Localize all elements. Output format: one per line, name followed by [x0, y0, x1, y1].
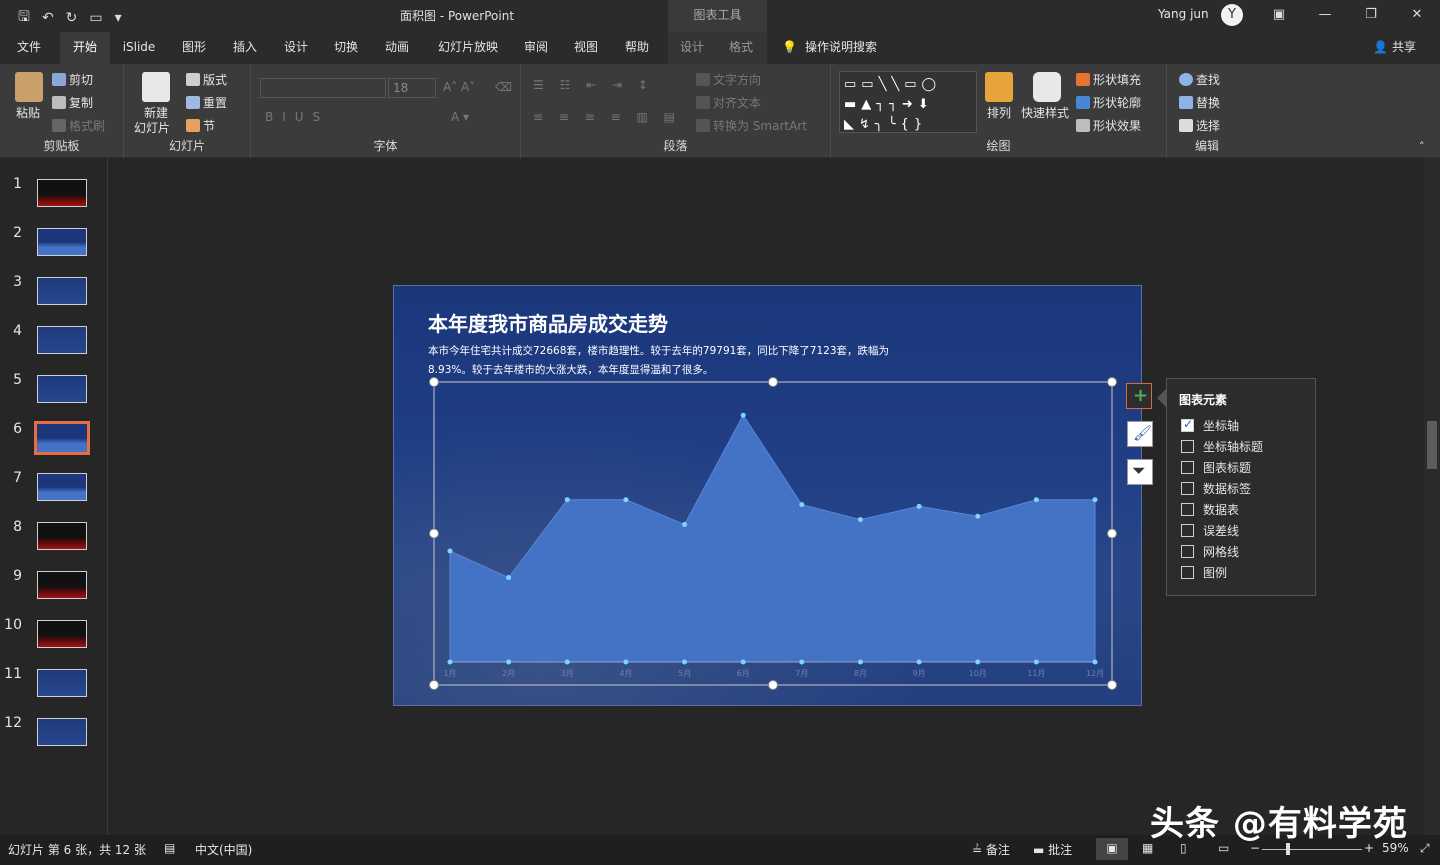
- base-point[interactable]: [916, 659, 922, 665]
- chart-filters-button[interactable]: ⏷: [1127, 459, 1153, 485]
- checkbox[interactable]: [1181, 545, 1194, 558]
- data-point[interactable]: [506, 575, 512, 581]
- base-point[interactable]: [682, 659, 688, 665]
- base-point[interactable]: [799, 659, 805, 665]
- x-tick-label: 8月: [854, 669, 867, 678]
- slide-counter: 幻灯片 第 6 张，共 12 张: [8, 843, 146, 857]
- resize-handle[interactable]: [1107, 680, 1117, 690]
- data-point[interactable]: [1033, 497, 1039, 503]
- x-tick-label: 11月: [1027, 669, 1045, 678]
- language-indicator[interactable]: 中文(中国): [195, 841, 252, 858]
- base-point[interactable]: [447, 659, 453, 665]
- data-point[interactable]: [857, 517, 863, 523]
- x-tick-label: 7月: [795, 669, 808, 678]
- chart-element-option[interactable]: 图表标题: [1181, 459, 1251, 476]
- spellcheck-icon[interactable]: ▤: [164, 841, 175, 855]
- option-label: 网格线: [1203, 545, 1240, 559]
- x-tick-label: 6月: [737, 669, 750, 678]
- notes-button[interactable]: ≟ 备注: [972, 841, 1010, 858]
- data-point[interactable]: [916, 503, 922, 509]
- base-point[interactable]: [506, 659, 512, 665]
- base-point[interactable]: [1033, 659, 1039, 665]
- resize-handle[interactable]: [768, 377, 778, 387]
- option-label: 坐标轴标题: [1203, 440, 1264, 454]
- base-point[interactable]: [857, 659, 863, 665]
- panel-pointer: [1157, 389, 1166, 407]
- checkbox[interactable]: [1181, 440, 1194, 453]
- data-point[interactable]: [623, 497, 629, 503]
- option-label: 图例: [1203, 566, 1228, 580]
- base-point[interactable]: [564, 659, 570, 665]
- comments-button[interactable]: ▬ 批注: [1033, 841, 1072, 858]
- data-point[interactable]: [975, 513, 981, 519]
- checkbox[interactable]: [1181, 566, 1194, 579]
- base-point[interactable]: [623, 659, 629, 665]
- zoom-slider-track[interactable]: [1262, 849, 1362, 850]
- option-label: 数据表: [1203, 503, 1240, 517]
- option-label: 图表标题: [1203, 461, 1252, 475]
- option-label: 误差线: [1203, 524, 1240, 538]
- notes-icon: ≟: [972, 843, 986, 857]
- chart-element-option[interactable]: 数据标签: [1181, 480, 1251, 497]
- watermark: 头条 @有料学苑: [1150, 804, 1408, 844]
- base-point[interactable]: [1092, 659, 1098, 665]
- data-point[interactable]: [740, 412, 746, 418]
- x-tick-label: 2月: [502, 669, 515, 678]
- resize-handle[interactable]: [768, 680, 778, 690]
- checkbox[interactable]: [1181, 482, 1194, 495]
- x-tick-label: 5月: [678, 669, 691, 678]
- option-label: 坐标轴: [1203, 419, 1240, 433]
- plus-icon: +: [1133, 385, 1149, 406]
- chart-element-option[interactable]: 坐标轴: [1181, 417, 1239, 434]
- x-tick-label: 1月: [443, 669, 456, 678]
- chart-element-option[interactable]: 图例: [1181, 564, 1227, 581]
- resize-handle[interactable]: [429, 680, 439, 690]
- chart-elements-panel: 图表元素 坐标轴坐标轴标题图表标题数据标签数据表误差线网格线图例: [1166, 378, 1316, 596]
- x-tick-label: 3月: [561, 669, 574, 678]
- data-point[interactable]: [1092, 497, 1098, 503]
- comments-label: 批注: [1048, 843, 1073, 857]
- checkbox[interactable]: [1181, 417, 1194, 432]
- option-label: 数据标签: [1203, 482, 1252, 496]
- checkbox[interactable]: [1181, 503, 1194, 516]
- resize-handle[interactable]: [1107, 377, 1117, 387]
- checkbox[interactable]: [1181, 524, 1194, 537]
- fit-to-window-icon[interactable]: ⤢: [1420, 841, 1430, 856]
- x-tick-label: 4月: [619, 669, 632, 678]
- chart-element-option[interactable]: 坐标轴标题: [1181, 438, 1263, 455]
- x-tick-label: 12月: [1086, 669, 1104, 678]
- base-point[interactable]: [975, 659, 981, 665]
- powerpoint-window: 🖫 ↶ ↻ ▭ ▾ 面积图 - PowerPoint 图表工具 Yang jun…: [0, 0, 1440, 865]
- resize-handle[interactable]: [429, 377, 439, 387]
- notes-label: 备注: [985, 843, 1010, 857]
- chart-element-option[interactable]: 误差线: [1181, 522, 1239, 539]
- comment-icon: ▬: [1033, 843, 1049, 857]
- chart-element-option[interactable]: 网格线: [1181, 543, 1239, 560]
- x-tick-label: 9月: [913, 669, 926, 678]
- base-point[interactable]: [740, 659, 746, 665]
- brush-icon: 🖌: [1133, 424, 1153, 442]
- chart-elements-title: 图表元素: [1179, 393, 1228, 407]
- checkbox[interactable]: [1181, 461, 1194, 474]
- chart-element-option[interactable]: 数据表: [1181, 501, 1239, 518]
- area-series[interactable]: [449, 414, 1096, 663]
- chart-styles-button[interactable]: 🖌: [1127, 421, 1153, 447]
- data-point[interactable]: [564, 497, 570, 503]
- data-point[interactable]: [799, 502, 805, 508]
- resize-handle[interactable]: [1107, 528, 1117, 539]
- resize-handle[interactable]: [429, 528, 439, 539]
- normal-view-button[interactable]: ▣: [1096, 838, 1128, 860]
- x-tick-label: 10月: [969, 669, 987, 678]
- chart-elements-button[interactable]: +: [1126, 383, 1152, 409]
- data-point[interactable]: [447, 548, 453, 554]
- filter-icon: ⏷: [1132, 461, 1146, 481]
- data-point[interactable]: [682, 522, 688, 528]
